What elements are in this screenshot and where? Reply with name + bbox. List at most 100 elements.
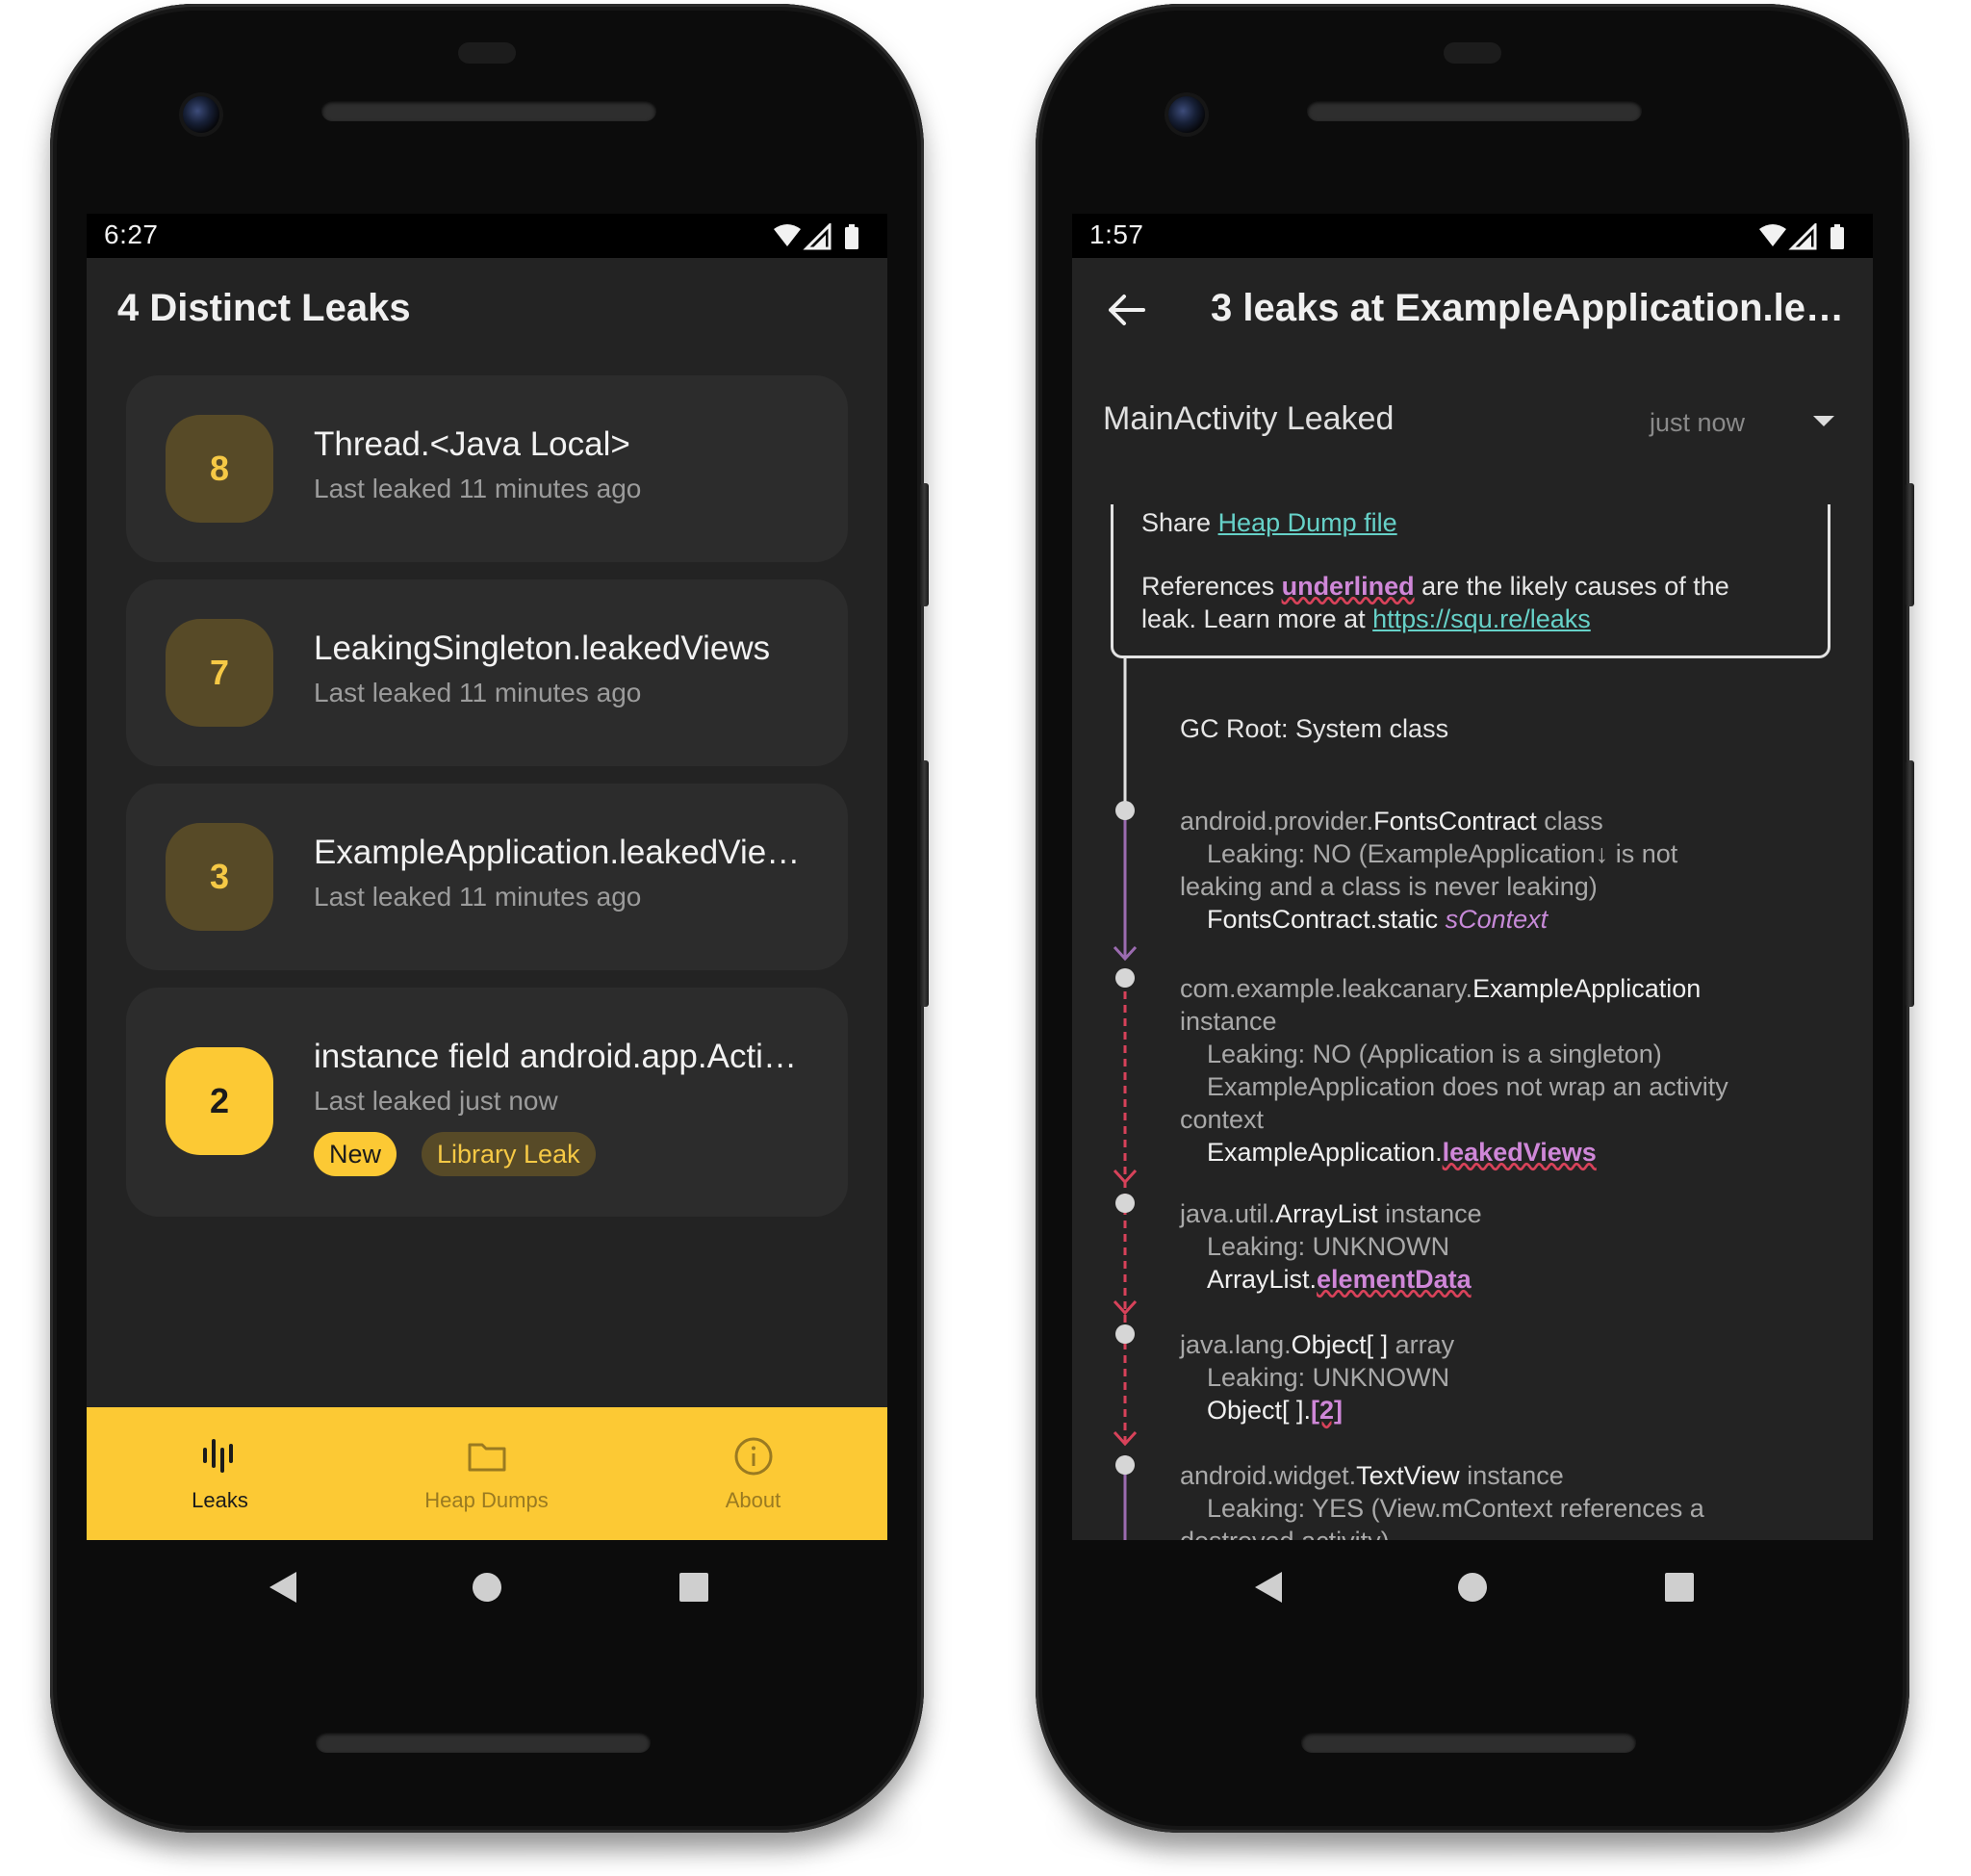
power-button: [920, 483, 929, 606]
node-package: android.widget.: [1180, 1461, 1357, 1490]
leak-count-badge-new: 2: [166, 1047, 273, 1155]
leak-subtitle: Last leaked 11 minutes ago: [314, 882, 642, 912]
node-kind: instance: [1459, 1461, 1564, 1490]
trace-node-fontscontract[interactable]: android.provider.FontsContract class: [1180, 805, 1603, 837]
recents-nav-icon[interactable]: [1665, 1573, 1694, 1602]
volume-button: [1906, 760, 1914, 1007]
leak-subtitle: Last leaked 11 minutes ago: [314, 474, 642, 503]
reference-owner: Object[ ].: [1207, 1396, 1312, 1425]
node-leaking-status: context: [1180, 1105, 1265, 1134]
system-navigation-bar: [269, 1572, 708, 1603]
status-icons: [774, 223, 858, 250]
nav-label-heap-dumps: Heap Dumps: [424, 1488, 549, 1512]
reference-field-suspect: [2]: [1311, 1396, 1344, 1425]
node-leaking-status: ExampleApplication does not wrap an acti…: [1207, 1072, 1728, 1101]
reference-owner: ArrayList.: [1207, 1265, 1318, 1294]
leak-subtitle: Last leaked just now: [314, 1086, 558, 1116]
leak-count-badge: 8: [166, 415, 273, 523]
node-leaking-status: Leaking: NO (ExampleApplication↓ is not: [1207, 839, 1678, 868]
front-camera: [1168, 96, 1205, 133]
leak-card-4[interactable]: 2 instance field android.app.Acti… Last …: [126, 988, 848, 1217]
node-class: Object[ ]: [1291, 1330, 1389, 1359]
nav-label-leaks: Leaks: [192, 1488, 248, 1512]
node-class: ArrayList: [1275, 1199, 1378, 1228]
status-time: 6:27: [104, 219, 159, 249]
volume-button: [920, 760, 929, 1007]
leak-count-badge: 3: [166, 823, 273, 931]
leak-subtitle: Last leaked 11 minutes ago: [314, 678, 642, 707]
battery-icon: [1830, 227, 1844, 249]
node-reference: FontsContract.static sContext: [1207, 903, 1548, 936]
bottom-navigation: Leaks Heap Dumps About: [87, 1407, 887, 1540]
bottom-speaker: [316, 1732, 651, 1753]
bottom-speaker: [1301, 1732, 1636, 1753]
trace-node-textview[interactable]: android.widget.TextView instance: [1180, 1459, 1564, 1492]
wifi-icon: [774, 224, 801, 246]
nav-item-about[interactable]: About: [620, 1407, 886, 1540]
reference-field-suspect: elementData: [1317, 1265, 1472, 1294]
trace-node-exampleapplication[interactable]: com.example.leakcanary.ExampleApplicatio…: [1180, 972, 1701, 1005]
trace-node-dot: [1115, 801, 1135, 820]
node-class: FontsContract: [1373, 807, 1537, 835]
info-icon: [734, 1437, 773, 1476]
page-title: 4 Distinct Leaks: [117, 287, 411, 329]
node-leaking-status: destroyed activity): [1180, 1525, 1390, 1540]
leak-title: ExampleApplication.leakedVie…: [314, 834, 801, 871]
leak-card-3[interactable]: 3 ExampleApplication.leakedVie… Last lea…: [126, 784, 848, 970]
status-time: 1:57: [1089, 219, 1144, 249]
status-bar: 1:57: [1072, 214, 1873, 258]
leak-title: LeakingSingleton.leakedViews: [314, 630, 771, 667]
trace-node-object-array[interactable]: java.lang.Object[ ] array: [1180, 1328, 1454, 1361]
leak-card-1[interactable]: 8 Thread.<Java Local> Last leaked 11 min…: [126, 375, 848, 562]
node-leaking-status: leaking and a class is never leaking): [1180, 872, 1598, 901]
battery-cap-icon: [1834, 224, 1840, 228]
node-class: TextView: [1356, 1461, 1460, 1490]
node-class: ExampleApplication: [1472, 974, 1702, 1003]
nav-item-heap-dumps[interactable]: Heap Dumps: [353, 1407, 620, 1540]
node-package: com.example.leakcanary.: [1180, 974, 1473, 1003]
trace-node-dot: [1115, 1455, 1135, 1475]
back-nav-icon[interactable]: [1255, 1572, 1282, 1603]
leak-trace-app: 3 leaks at ExampleApplication.le… MainAc…: [1072, 258, 1873, 1540]
node-kind: instance: [1180, 1007, 1277, 1036]
reference-owner: ExampleApplication.: [1207, 1138, 1443, 1167]
node-leaking-status: Leaking: NO (Application is a singleton): [1207, 1040, 1662, 1068]
trace-node-dot: [1115, 1324, 1135, 1344]
screen: 6:27 4 Distinct Leaks 8 Thread.<Java Loc…: [87, 214, 887, 1540]
nav-item-leaks[interactable]: Leaks: [87, 1407, 353, 1540]
status-icons: [1759, 223, 1844, 250]
system-navigation-bar: [1255, 1572, 1694, 1603]
node-kind: array: [1388, 1330, 1455, 1359]
trace-node-arraylist[interactable]: java.util.ArrayList instance: [1180, 1197, 1482, 1230]
leak-card-2[interactable]: 7 LeakingSingleton.leakedViews Last leak…: [126, 579, 848, 766]
power-button: [1906, 483, 1914, 606]
phone-leaks-list: 6:27 4 Distinct Leaks 8 Thread.<Java Loc…: [50, 4, 929, 1833]
sensor-notch: [458, 42, 516, 64]
gc-root: GC Root: System class: [1180, 714, 1449, 743]
screen: 1:57 3 leaks at ExampleApplication.le… M…: [1072, 214, 1873, 1540]
node-kind: class: [1536, 807, 1603, 835]
sensor-notch: [1444, 42, 1501, 64]
recents-nav-icon[interactable]: [679, 1573, 708, 1602]
node-package: java.util.: [1180, 1199, 1276, 1228]
node-reference: Object[ ].[2]: [1207, 1394, 1343, 1426]
earpiece-speaker: [1307, 100, 1642, 121]
node-package: java.lang.: [1180, 1330, 1292, 1359]
phone-leak-trace: 1:57 3 leaks at ExampleApplication.le… M…: [1036, 4, 1914, 1833]
node-reference: ArrayList.elementData: [1207, 1263, 1472, 1296]
home-nav-icon[interactable]: [1458, 1573, 1487, 1602]
node-leaking-status: Leaking: UNKNOWN: [1207, 1363, 1450, 1392]
battery-cap-icon: [849, 224, 855, 228]
leak-title: instance field android.app.Acti…: [314, 1038, 797, 1075]
trace-node-dot: [1115, 1194, 1135, 1213]
battery-icon: [845, 227, 858, 249]
node-leaking-status: Leaking: UNKNOWN: [1207, 1232, 1450, 1261]
node-reference: ExampleApplication.leakedViews: [1207, 1136, 1597, 1169]
leak-count-badge: 7: [166, 619, 273, 727]
folder-icon: [468, 1443, 506, 1472]
earpiece-speaker: [321, 100, 656, 121]
reference-field-suspect: leakedViews: [1442, 1138, 1597, 1167]
wifi-icon: [1759, 224, 1786, 246]
home-nav-icon[interactable]: [473, 1573, 501, 1602]
back-nav-icon[interactable]: [269, 1572, 296, 1603]
